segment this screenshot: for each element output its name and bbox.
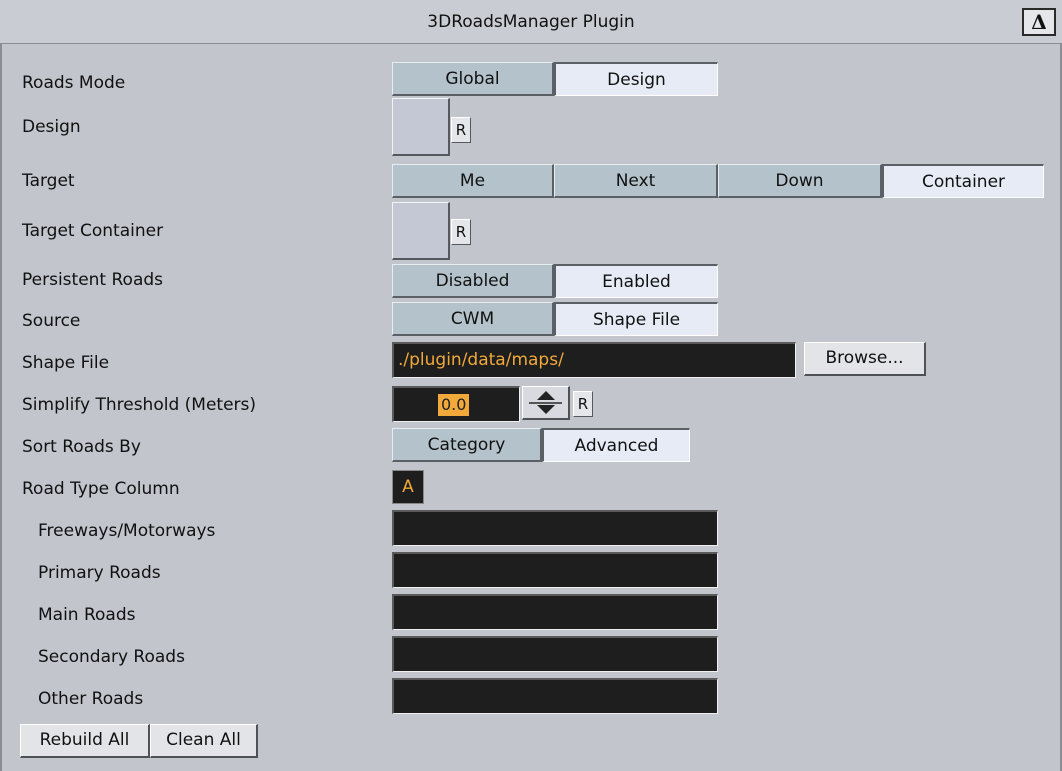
roads-mode-global-button[interactable]: Global xyxy=(392,62,554,96)
source-shape-file-button[interactable]: Shape File xyxy=(554,302,718,336)
roads-mode-design-button[interactable]: Design xyxy=(554,62,718,96)
target-container-label: Target Container xyxy=(22,221,164,241)
primary-roads-label: Primary Roads xyxy=(38,563,161,583)
simplify-threshold-reset-button[interactable]: R xyxy=(573,391,593,417)
sort-category-button[interactable]: Category xyxy=(392,428,542,462)
sort-advanced-button[interactable]: Advanced xyxy=(542,428,690,462)
shape-file-label: Shape File xyxy=(22,353,110,373)
freeways-motorways-label: Freeways/Motorways xyxy=(38,521,216,541)
secondary-roads-input[interactable] xyxy=(392,636,718,672)
other-roads-label: Other Roads xyxy=(38,689,144,709)
clean-all-button[interactable]: Clean All xyxy=(150,724,258,758)
decrement-arrow-icon[interactable] xyxy=(536,405,555,414)
primary-roads-input[interactable] xyxy=(392,552,718,588)
roads-mode-label: Roads Mode xyxy=(22,73,126,93)
simplify-threshold-stepper[interactable] xyxy=(522,386,570,420)
target-container-reset-button[interactable]: R xyxy=(451,219,471,245)
simplify-threshold-field[interactable]: 0.0 xyxy=(392,386,520,422)
simplify-threshold-label: Simplify Threshold (Meters) xyxy=(22,395,257,415)
target-label: Target xyxy=(22,171,75,191)
browse-button[interactable]: Browse... xyxy=(804,342,926,376)
design-reset-button[interactable]: R xyxy=(451,117,471,143)
vizrt-logo-icon[interactable]: Δ xyxy=(1022,8,1056,36)
main-roads-input[interactable] xyxy=(392,594,718,630)
stepper-divider xyxy=(529,402,562,404)
source-label: Source xyxy=(22,311,81,331)
source-cwm-button[interactable]: CWM xyxy=(392,302,554,336)
road-type-column-label: Road Type Column xyxy=(22,479,180,499)
other-roads-input[interactable] xyxy=(392,678,718,714)
target-down-button[interactable]: Down xyxy=(718,164,882,198)
increment-arrow-icon[interactable] xyxy=(536,391,555,400)
rebuild-all-button[interactable]: Rebuild All xyxy=(20,724,150,758)
main-roads-label: Main Roads xyxy=(38,605,136,625)
persistent-disabled-button[interactable]: Disabled xyxy=(392,264,554,298)
target-me-button[interactable]: Me xyxy=(392,164,554,198)
sort-roads-by-label: Sort Roads By xyxy=(22,437,141,457)
road-type-column-input[interactable]: A xyxy=(392,470,424,504)
simplify-threshold-value[interactable]: 0.0 xyxy=(438,394,470,416)
secondary-roads-label: Secondary Roads xyxy=(38,647,185,667)
target-next-button[interactable]: Next xyxy=(554,164,718,198)
window-title: 3DRoadsManager Plugin xyxy=(427,12,635,32)
target-container-drop-slot[interactable] xyxy=(392,202,450,260)
freeways-motorways-input[interactable] xyxy=(392,510,718,546)
persistent-roads-label: Persistent Roads xyxy=(22,270,164,290)
title-bar: 3DRoadsManager Plugin Δ xyxy=(0,0,1062,44)
design-drop-slot[interactable] xyxy=(392,98,450,156)
design-label: Design xyxy=(22,117,81,137)
persistent-enabled-button[interactable]: Enabled xyxy=(554,264,718,298)
target-container-button[interactable]: Container xyxy=(882,164,1044,198)
shape-file-path-input[interactable]: ./plugin/data/maps/ xyxy=(392,342,796,378)
